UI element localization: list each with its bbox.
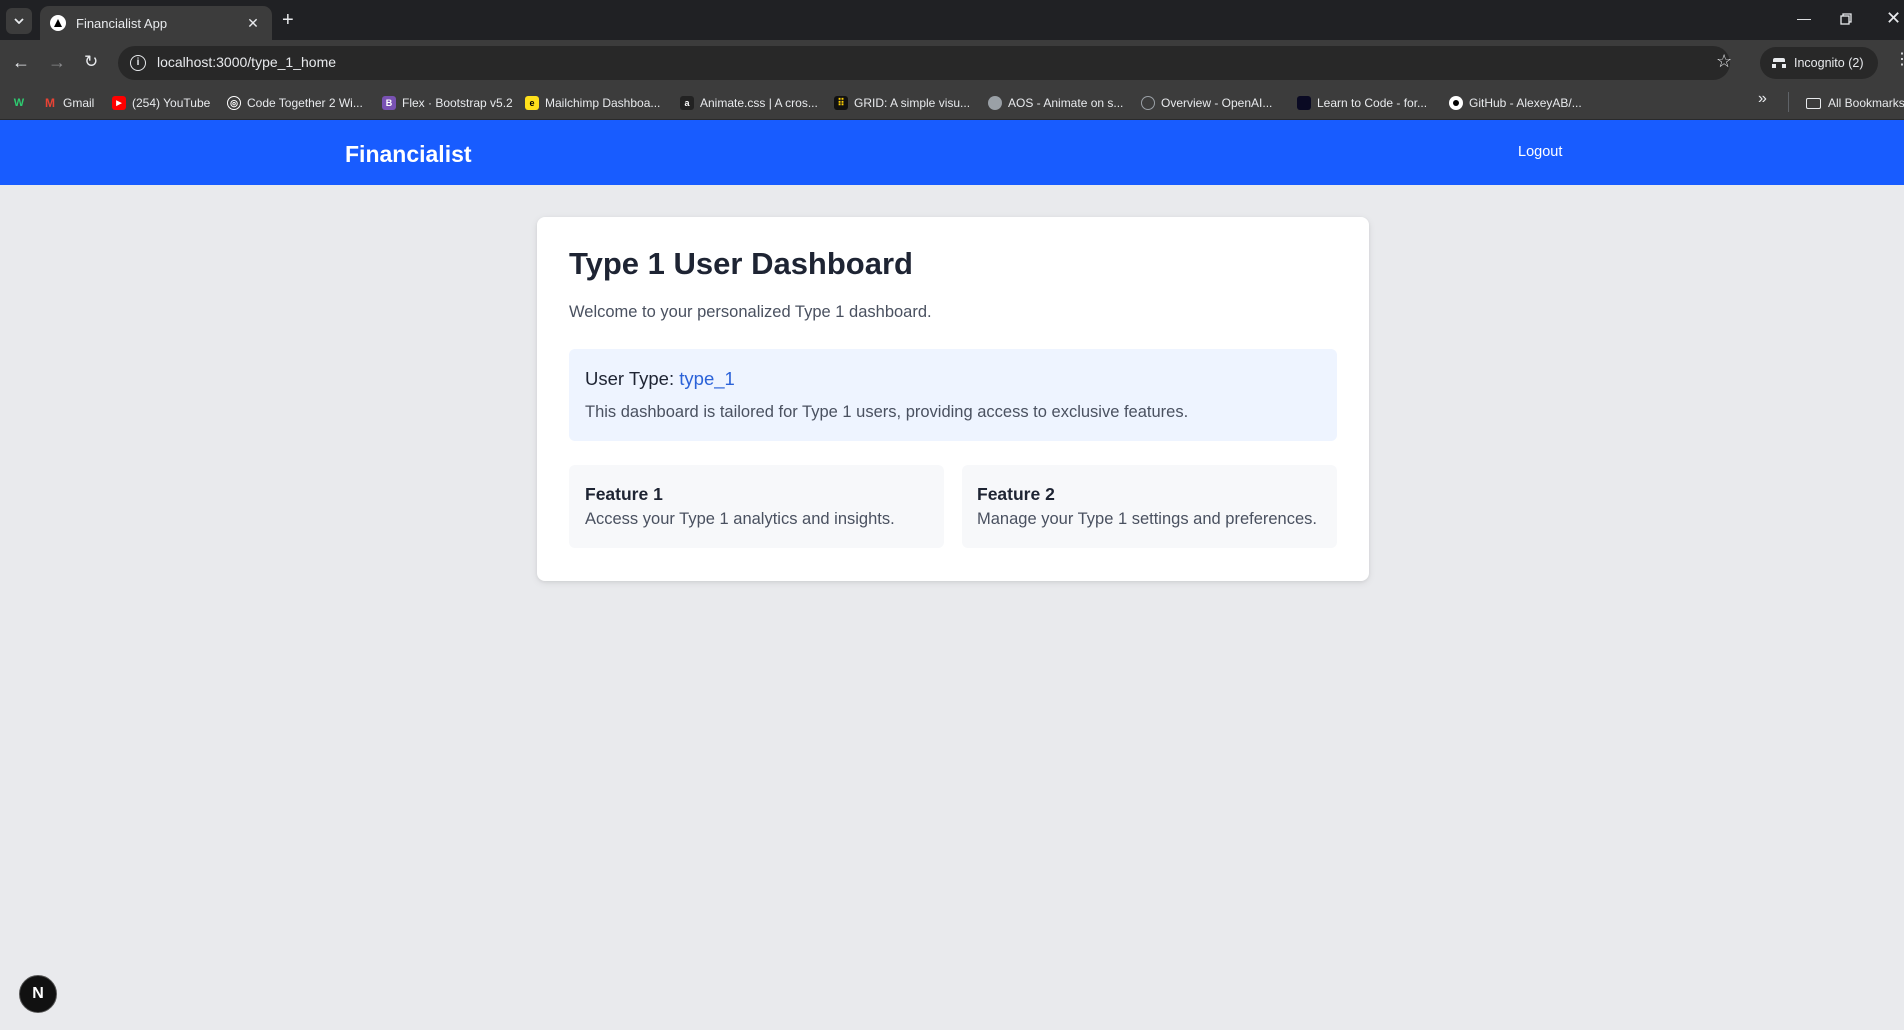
bookmark-codetogether[interactable]: ◎ Code Together 2 Wi... xyxy=(227,92,363,114)
bookmark-label: Overview - OpenAI... xyxy=(1161,96,1273,110)
feature-1-title: Feature 1 xyxy=(585,484,663,504)
gmail-icon: M xyxy=(45,96,55,110)
address-bar[interactable] xyxy=(118,46,1730,80)
bookmark-label: Gmail xyxy=(63,96,95,110)
bookmark-freecodecamp[interactable]: Learn to Code - for... xyxy=(1297,92,1427,114)
feature-card-1[interactable] xyxy=(569,465,944,548)
logout-button[interactable]: Logout xyxy=(1518,144,1562,160)
bookmark-label: Animate.css | A cros... xyxy=(700,96,818,110)
user-type-row: User Type: type_1 xyxy=(585,368,735,390)
new-tab-icon[interactable]: + xyxy=(282,10,294,30)
bookmark-label: Flex · Bootstrap v5.2 xyxy=(402,96,513,110)
bookmark-label: Code Together 2 Wi... xyxy=(247,96,363,110)
more-bookmarks-icon[interactable]: » xyxy=(1758,90,1767,108)
bookmark-label: GitHub - AlexeyAB/... xyxy=(1469,96,1582,110)
incognito-label: Incognito (2) xyxy=(1794,56,1864,70)
tab-search-button[interactable] xyxy=(6,8,32,34)
grid-icon: ⠿ xyxy=(834,96,848,110)
user-type-value: type_1 xyxy=(679,368,735,389)
wix-icon: W xyxy=(13,97,25,109)
bookmark-label: AOS - Animate on s... xyxy=(1008,96,1124,110)
feature-2-description: Manage your Type 1 settings and preferen… xyxy=(977,510,1317,528)
youtube-icon: ▶ xyxy=(112,96,126,110)
mailchimp-icon: e xyxy=(525,96,539,110)
bookmark-label: Learn to Code - for... xyxy=(1317,96,1428,110)
incognito-icon xyxy=(1772,58,1786,68)
bookmarks-divider xyxy=(1788,92,1789,112)
bookmark-youtube[interactable]: ▶ (254) YouTube xyxy=(112,92,210,114)
feature-2-title: Feature 2 xyxy=(977,484,1055,504)
brand-logo[interactable]: Financialist xyxy=(345,141,472,168)
bookmark-openai[interactable]: Overview - OpenAI... xyxy=(1141,92,1272,114)
incognito-button[interactable]: Incognito (2) xyxy=(1760,47,1878,79)
bookmark-wix[interactable]: W xyxy=(12,92,32,114)
reload-icon[interactable]: ↻ xyxy=(84,52,98,72)
bookmark-label: Mailchimp Dashboa... xyxy=(545,96,661,110)
page-title: Type 1 User Dashboard xyxy=(569,246,913,281)
bookmark-mailchimp[interactable]: e Mailchimp Dashboa... xyxy=(525,92,660,114)
close-tab-icon[interactable]: ✕ xyxy=(244,15,262,32)
codetogether-icon: ◎ xyxy=(227,96,241,110)
all-bookmarks-label: All Bookmarks xyxy=(1828,96,1904,110)
animate-icon: a xyxy=(680,96,694,110)
bookmark-star-icon[interactable]: ☆ xyxy=(1716,51,1732,72)
openai-icon xyxy=(1141,96,1155,110)
url-text[interactable]: localhost:3000/type_1_home xyxy=(157,54,336,70)
forward-icon[interactable]: → xyxy=(48,52,66,72)
nextjs-dev-badge-icon[interactable]: N xyxy=(19,975,57,1013)
tab-title: Financialist App xyxy=(76,15,168,31)
browser-tab[interactable]: Financialist App ✕ xyxy=(40,6,272,40)
bookmark-aos[interactable]: AOS - Animate on s... xyxy=(988,92,1123,114)
back-icon[interactable]: ← xyxy=(12,52,30,72)
aos-icon xyxy=(988,96,1002,110)
site-info-icon[interactable]: i xyxy=(130,55,146,71)
close-window-icon[interactable]: ✕ xyxy=(1886,8,1901,29)
bookmark-label: GRID: A simple visu... xyxy=(854,96,971,110)
feature-card-2[interactable] xyxy=(962,465,1337,548)
chevron-down-icon xyxy=(14,18,24,24)
bookmark-github[interactable]: GitHub - AlexeyAB/... xyxy=(1449,92,1582,114)
all-bookmarks-button[interactable]: All Bookmarks xyxy=(1806,92,1904,114)
folder-icon xyxy=(1806,97,1821,109)
restore-icon[interactable] xyxy=(1840,12,1852,28)
bookmark-animate[interactable]: a Animate.css | A cros... xyxy=(680,92,818,114)
bookmark-label: (254) YouTube xyxy=(132,96,211,110)
bookmark-gmail[interactable]: M Gmail xyxy=(43,92,94,114)
bookmark-bootstrap[interactable]: B Flex · Bootstrap v5.2 xyxy=(382,92,513,114)
nextjs-favicon-icon xyxy=(50,15,66,31)
bootstrap-icon: B xyxy=(382,96,396,110)
minimize-icon[interactable]: — xyxy=(1797,10,1811,26)
app-header xyxy=(0,120,1904,185)
user-type-description: This dashboard is tailored for Type 1 us… xyxy=(585,403,1189,421)
user-type-label: User Type: xyxy=(585,368,680,389)
feature-1-description: Access your Type 1 analytics and insight… xyxy=(585,510,895,528)
kebab-menu-icon[interactable]: ⋮ xyxy=(1894,52,1904,68)
freecodecamp-icon xyxy=(1297,96,1311,110)
bookmark-grid[interactable]: ⠿ GRID: A simple visu... xyxy=(834,92,970,114)
user-type-panel xyxy=(569,349,1337,441)
github-icon xyxy=(1449,96,1463,110)
welcome-text: Welcome to your personalized Type 1 dash… xyxy=(569,303,932,321)
